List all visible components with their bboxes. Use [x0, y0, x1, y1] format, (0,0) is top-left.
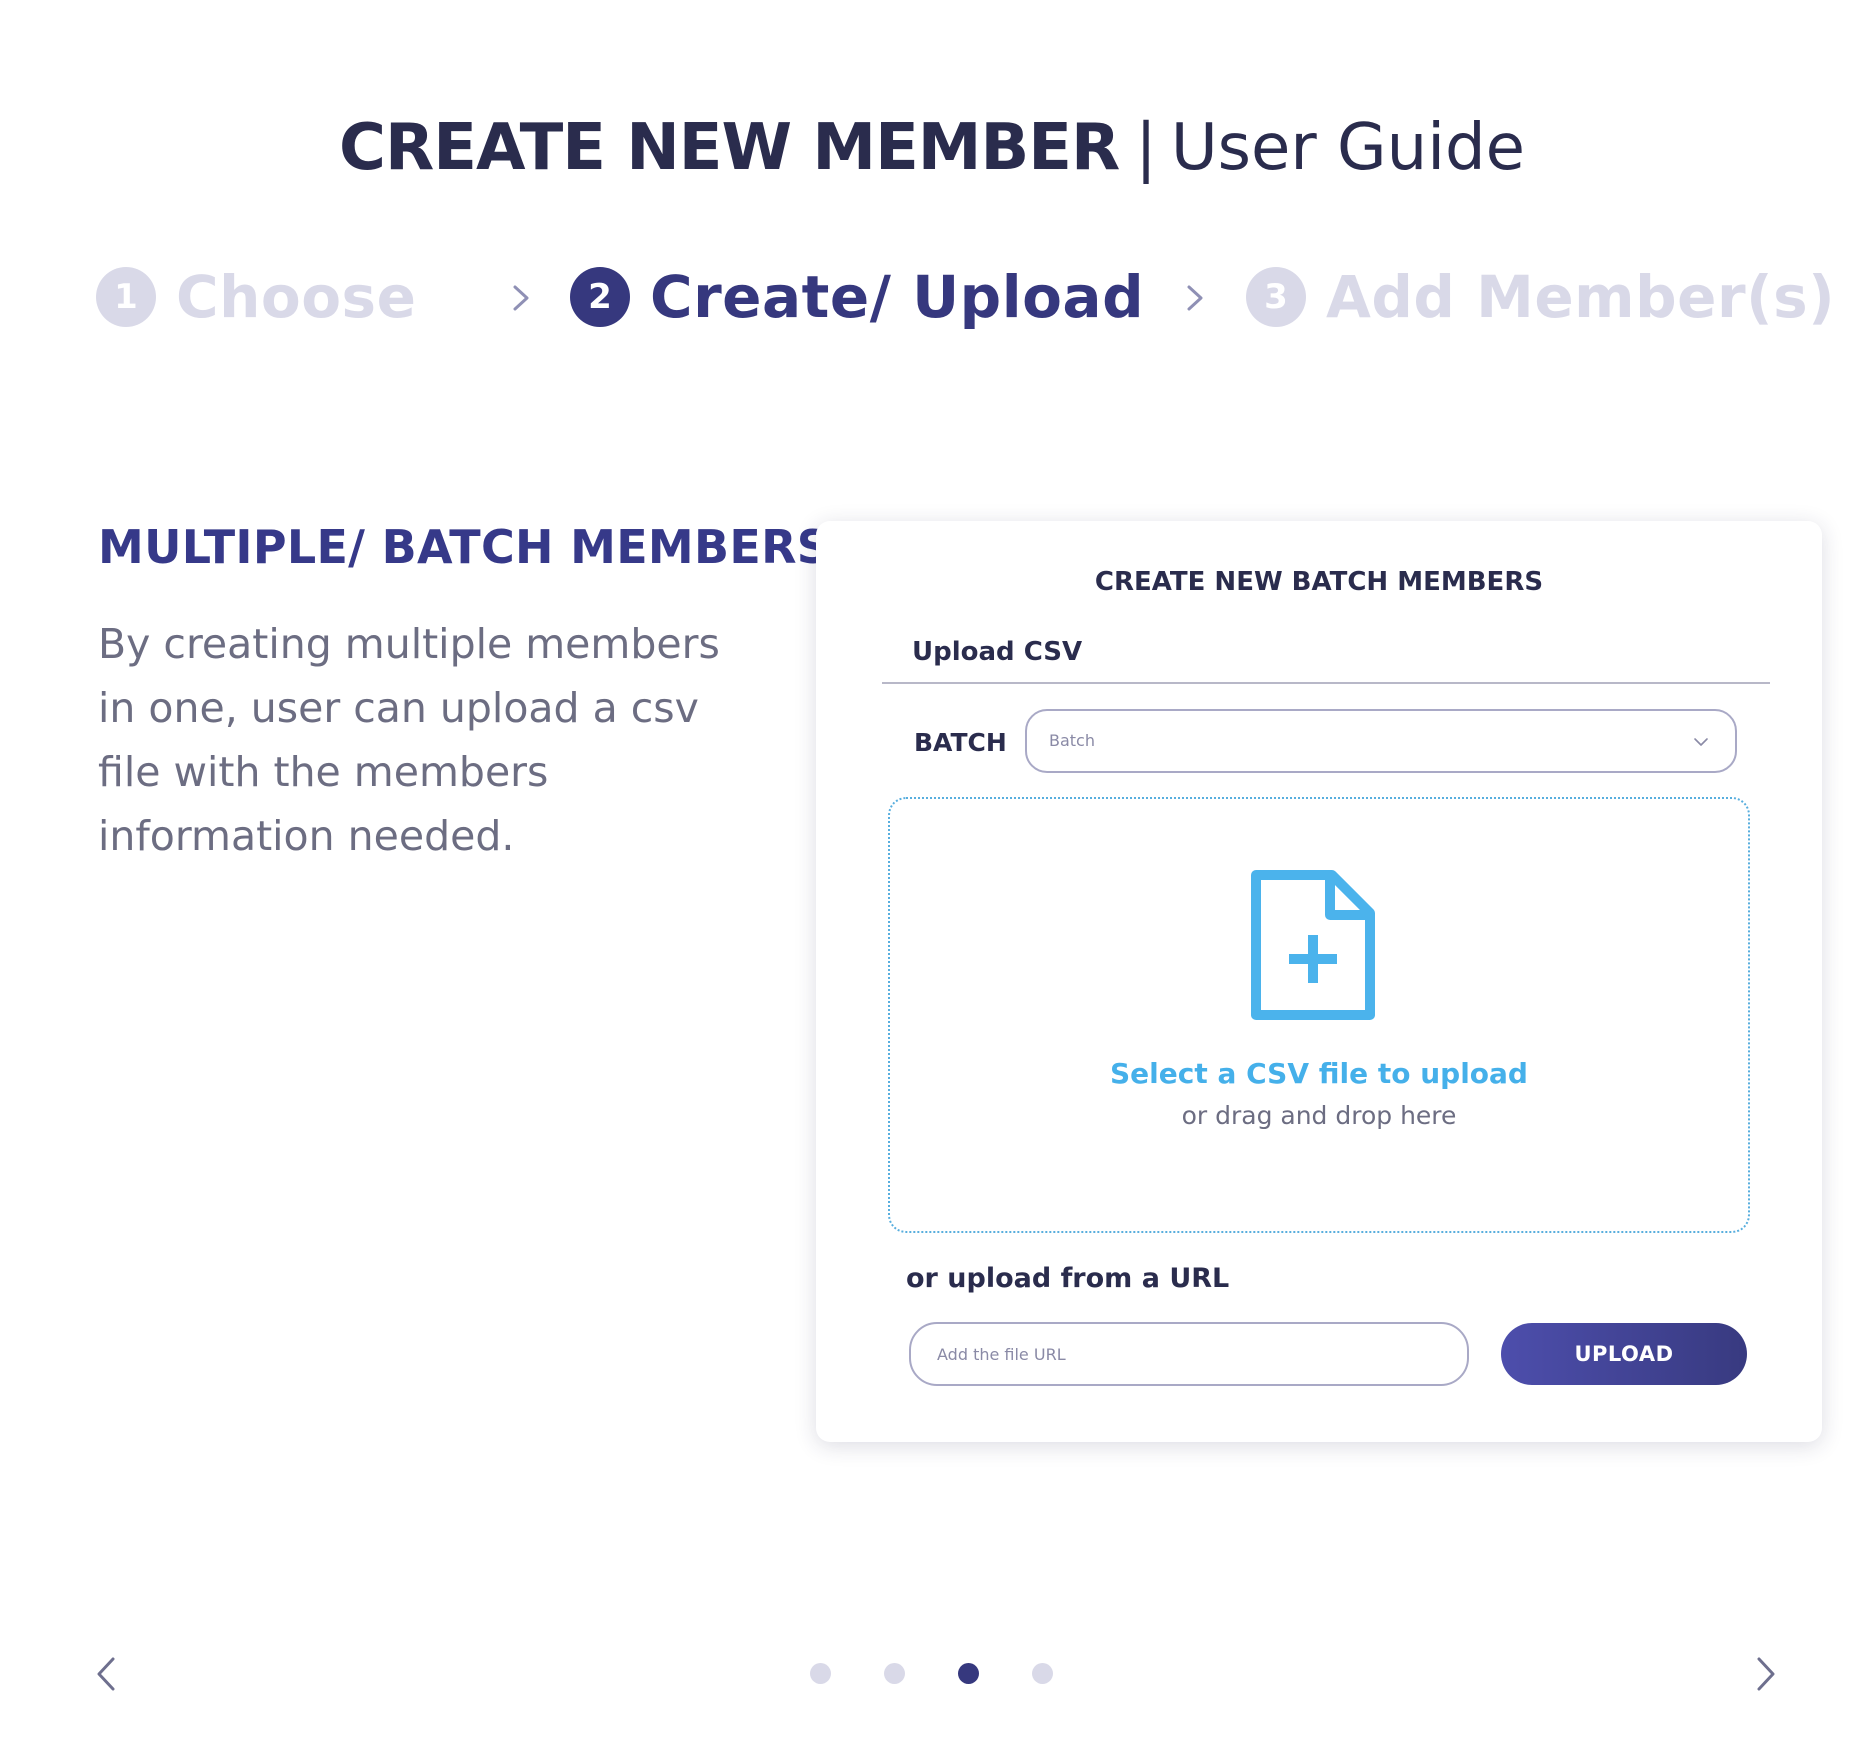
page-title: CREATE NEW MEMBER | User Guide [0, 108, 1864, 188]
select-csv-link[interactable]: Select a CSV file to upload [890, 1057, 1748, 1090]
file-url-input[interactable] [909, 1322, 1469, 1386]
pagination-dot-3[interactable] [958, 1663, 979, 1684]
pagination-dot-2[interactable] [884, 1663, 905, 1684]
batch-members-card: CREATE NEW BATCH MEMBERS Upload CSV BATC… [816, 521, 1822, 1442]
section-description: By creating multiple members in one, use… [98, 620, 720, 860]
file-add-icon [1251, 870, 1375, 1020]
chevron-down-icon [1694, 738, 1708, 746]
step-number: 2 [570, 267, 630, 327]
pagination-dot-4[interactable] [1032, 1663, 1053, 1684]
page-title-sub: User Guide [1170, 111, 1525, 185]
chevron-right-icon [513, 285, 529, 311]
tab-upload-csv[interactable]: Upload CSV [912, 637, 1082, 667]
prev-arrow-icon[interactable] [92, 1654, 120, 1694]
step-label: Choose [176, 263, 417, 331]
batch-select[interactable]: Batch [1025, 709, 1737, 773]
step-number: 3 [1246, 267, 1306, 327]
card-title: CREATE NEW BATCH MEMBERS [1094, 567, 1544, 597]
drag-drop-hint: or drag and drop here [1181, 1101, 1457, 1130]
section-heading: MULTIPLE/ BATCH MEMBERS [98, 520, 831, 574]
batch-label: BATCH [914, 728, 1007, 757]
tab-divider [882, 682, 1770, 684]
batch-select-value: Batch [1049, 731, 1095, 750]
url-label: or upload from a URL [906, 1263, 1230, 1294]
step-create-upload[interactable]: 2 Create/ Upload [570, 262, 1144, 332]
chevron-right-icon [1187, 285, 1203, 311]
step-add-members[interactable]: 3 Add Member(s) [1246, 262, 1835, 332]
step-number: 1 [96, 267, 156, 327]
pagination-dot-1[interactable] [810, 1663, 831, 1684]
step-choose[interactable]: 1 Choose [96, 262, 416, 332]
upload-button[interactable]: UPLOAD [1501, 1323, 1747, 1385]
next-arrow-icon[interactable] [1752, 1654, 1780, 1694]
page-title-main: CREATE NEW MEMBER [339, 111, 1120, 185]
page-title-separator: | [1135, 111, 1157, 185]
csv-dropzone[interactable]: Select a CSV file to upload or drag and … [888, 797, 1750, 1233]
step-label: Create/ Upload [650, 263, 1145, 331]
step-label: Add Member(s) [1326, 263, 1836, 331]
